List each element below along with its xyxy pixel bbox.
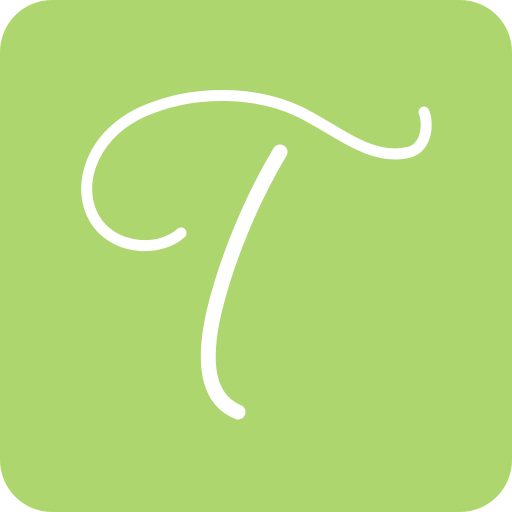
letter-t-logo-icon (0, 0, 512, 512)
app-icon[interactable] (0, 0, 512, 512)
icon-background (0, 0, 512, 512)
